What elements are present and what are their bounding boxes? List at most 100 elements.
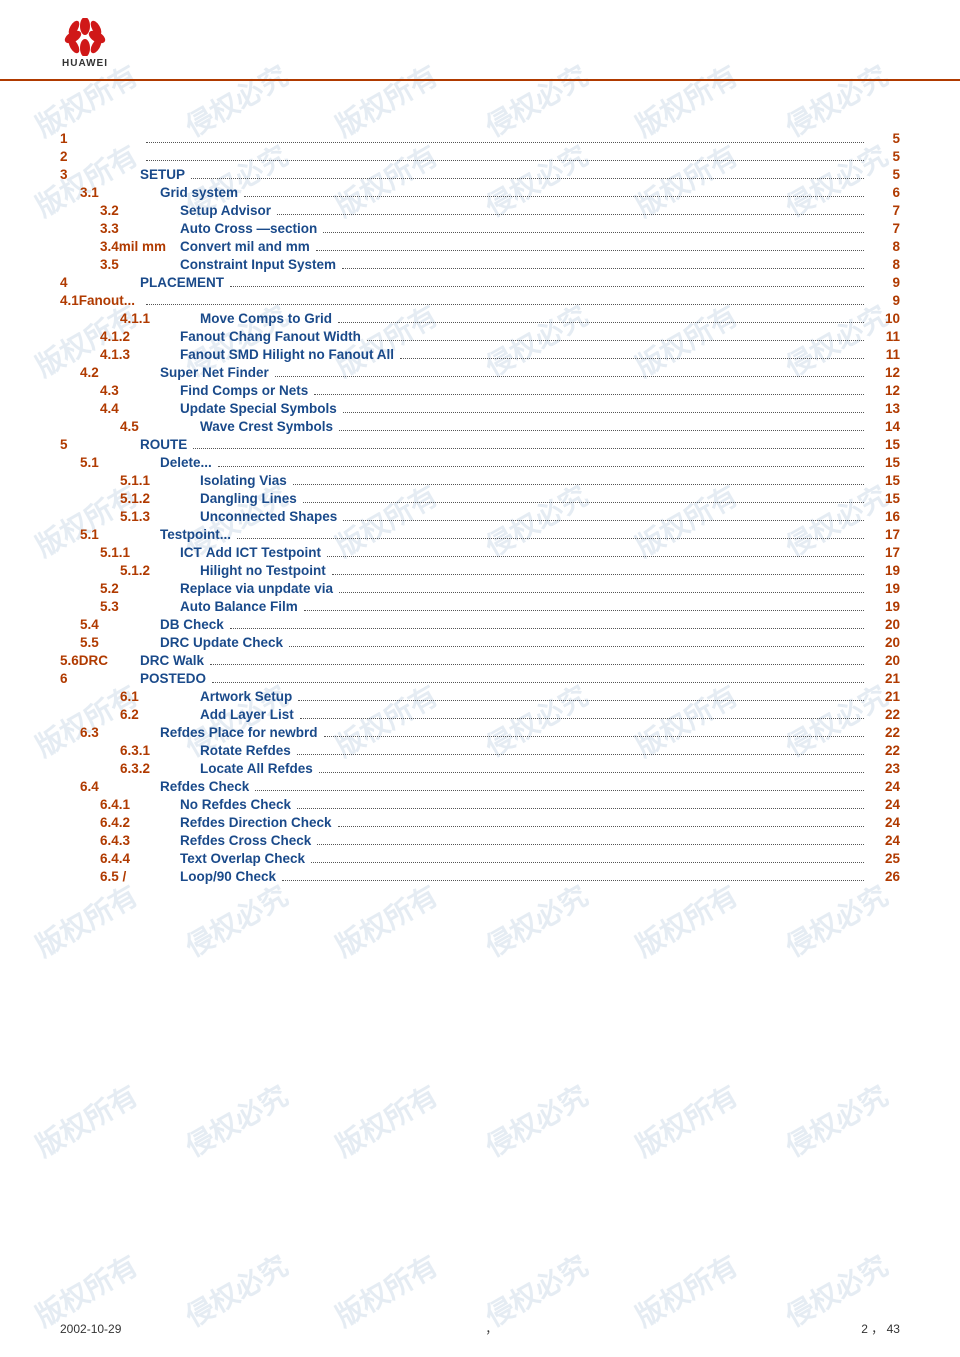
toc-dots — [303, 502, 864, 503]
toc-page: 17 — [870, 545, 900, 560]
toc-number: 4.2 — [80, 365, 160, 380]
toc-entry: 3.5Constraint Input System8 — [60, 257, 900, 274]
toc-dots — [343, 520, 864, 521]
toc-title: SETUP — [140, 167, 185, 182]
toc-container: 15253SETUP53.1Grid system63.2Setup Advis… — [60, 131, 900, 886]
toc-entry: 5.1Delete...15 — [60, 455, 900, 472]
toc-dots — [338, 322, 864, 323]
toc-title: Grid system — [160, 185, 238, 200]
toc-page: 16 — [870, 509, 900, 524]
toc-page: 5 — [870, 167, 900, 182]
toc-number: 6.4.4 — [100, 851, 180, 866]
toc-title: Setup Advisor — [180, 203, 271, 218]
toc-title: Move Comps to Grid — [200, 311, 332, 326]
toc-dots — [339, 430, 864, 431]
toc-entry: 5.1.1ICTAdd ICT Testpoint17 — [60, 545, 900, 562]
toc-title: PLACEMENT — [140, 275, 224, 290]
toc-number: 4.1.3 — [100, 347, 180, 362]
toc-page: 20 — [870, 617, 900, 632]
toc-dots — [293, 484, 864, 485]
toc-dots — [342, 268, 864, 269]
toc-dots — [298, 700, 864, 701]
toc-number: 5.1.1 — [120, 473, 200, 488]
toc-dots — [193, 448, 864, 449]
toc-dots — [230, 286, 864, 287]
toc-number: 6.4.2 — [100, 815, 180, 830]
toc-dots — [367, 340, 864, 341]
toc-entry: 5.2Replace via unpdate via19 — [60, 581, 900, 598]
toc-dots — [191, 178, 864, 179]
toc-page: 26 — [870, 869, 900, 884]
toc-dots — [282, 880, 864, 881]
toc-entry: 5.1.2Dangling Lines15 — [60, 491, 900, 508]
toc-entry: 6.4.1No Refdes Check24 — [60, 797, 900, 814]
toc-page: 5 — [870, 131, 900, 146]
toc-entry: 6.3.2Locate All Refdes23 — [60, 761, 900, 778]
footer-center: ， — [485, 1320, 497, 1337]
toc-page: 22 — [870, 707, 900, 722]
toc-number: 5.5 — [80, 635, 160, 650]
toc-page: 15 — [870, 455, 900, 470]
toc-number: 6.4.1 — [100, 797, 180, 812]
toc-title: Testpoint... — [160, 527, 231, 542]
toc-number: 4.5 — [120, 419, 200, 434]
toc-entry: 6.4.2Refdes Direction Check24 — [60, 815, 900, 832]
toc-title: ROUTE — [140, 437, 187, 452]
toc-number: 5 — [60, 437, 140, 452]
toc-number: 4.1.1 — [120, 311, 200, 326]
toc-entry: 5.1Testpoint...17 — [60, 527, 900, 544]
toc-entry: 4.5Wave Crest Symbols14 — [60, 419, 900, 436]
toc-dots — [332, 574, 864, 575]
toc-number: 5.1.2 — [120, 491, 200, 506]
toc-page: 24 — [870, 815, 900, 830]
toc-page: 21 — [870, 671, 900, 686]
toc-entry: 6.1Artwork Setup21 — [60, 689, 900, 706]
toc-page: 11 — [870, 329, 900, 344]
toc-number: 6.4.3 — [100, 833, 180, 848]
toc-number: 5.6DRC — [60, 653, 140, 668]
toc-title: Locate All Refdes — [200, 761, 313, 776]
toc-entry: 5.4DB Check20 — [60, 617, 900, 634]
toc-page: 8 — [870, 239, 900, 254]
toc-page: 22 — [870, 743, 900, 758]
toc-page: 21 — [870, 689, 900, 704]
toc-title: Convert mil and mm — [180, 239, 310, 254]
toc-entry: 25 — [60, 149, 900, 166]
toc-dots — [277, 214, 864, 215]
toc-page: 10 — [870, 311, 900, 326]
toc-entry: 5ROUTE15 — [60, 437, 900, 454]
toc-entry: 6.4.4Text Overlap Check25 — [60, 851, 900, 868]
toc-dots — [146, 142, 864, 143]
toc-dots — [339, 592, 864, 593]
toc-number: 5.1.3 — [120, 509, 200, 524]
toc-number: 4.3 — [100, 383, 180, 398]
toc-title: DRC Walk — [140, 653, 204, 668]
toc-title: Wave Crest Symbols — [200, 419, 333, 434]
toc-page: 7 — [870, 221, 900, 236]
toc-number: 5.1 — [80, 527, 160, 542]
toc-title: Fanout SMD Hilight no Fanout All — [180, 347, 394, 362]
toc-title: Find Comps or Nets — [180, 383, 308, 398]
toc-number: 5.1 — [80, 455, 160, 470]
toc-number: 6.2 — [120, 707, 200, 722]
toc-entry: 5.1.1Isolating Vias15 — [60, 473, 900, 490]
toc-page: 12 — [870, 365, 900, 380]
toc-number: 3.2 — [100, 203, 180, 218]
toc-dots — [210, 664, 864, 665]
toc-dots — [297, 754, 864, 755]
toc-dots — [317, 844, 864, 845]
toc-page: 20 — [870, 635, 900, 650]
toc-dots — [244, 196, 864, 197]
toc-page: 9 — [870, 275, 900, 290]
toc-page: 20 — [870, 653, 900, 668]
toc-title: Constraint Input System — [180, 257, 336, 272]
toc-number: 3.3 — [100, 221, 180, 236]
toc-entry: 3.1Grid system6 — [60, 185, 900, 202]
toc-entry: 4.1.2FanoutChang Fanout Width11 — [60, 329, 900, 346]
toc-number: 4.4 — [100, 401, 180, 416]
main-content: 15253SETUP53.1Grid system63.2Setup Advis… — [0, 81, 960, 927]
toc-entry: 3SETUP5 — [60, 167, 900, 184]
toc-page: 15 — [870, 473, 900, 488]
toc-dots — [323, 232, 864, 233]
toc-dots — [316, 250, 864, 251]
